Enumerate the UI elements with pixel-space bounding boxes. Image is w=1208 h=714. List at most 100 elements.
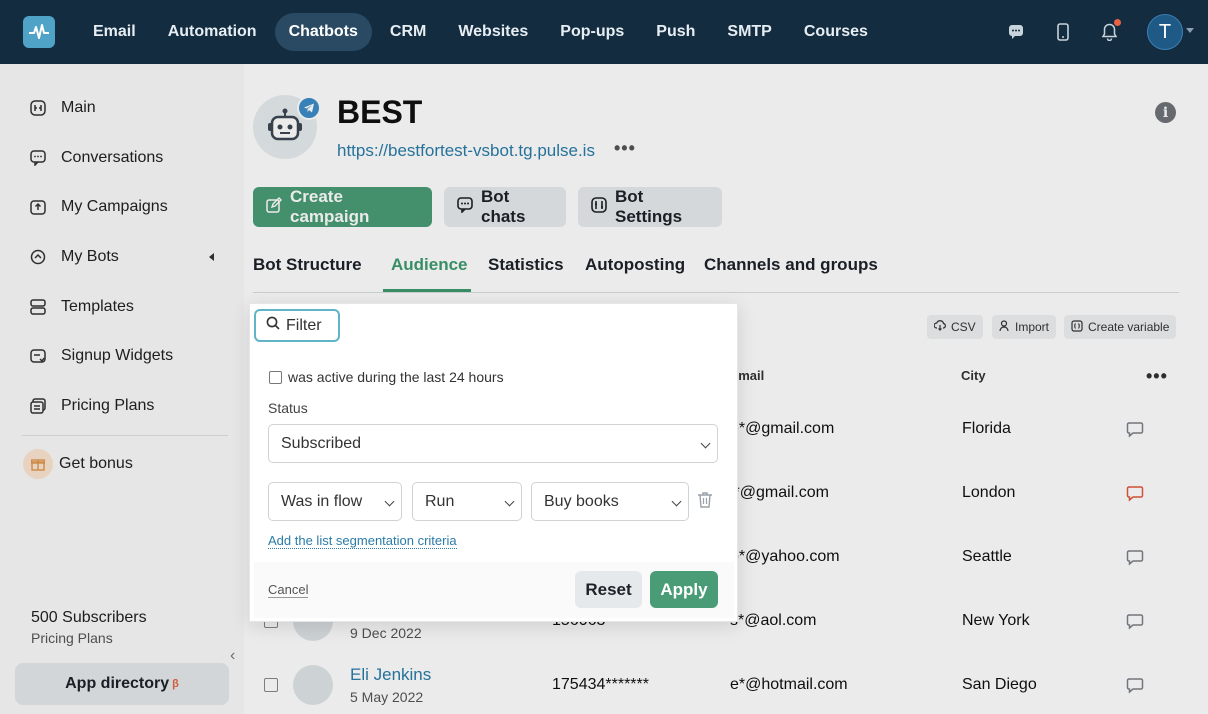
tab-channels-groups[interactable]: Channels and groups <box>704 255 878 275</box>
user-add-icon <box>999 319 1010 335</box>
support-chat-icon[interactable] <box>1006 22 1026 42</box>
tab-statistics[interactable]: Statistics <box>488 255 564 275</box>
condition-field-select[interactable]: Was in flow <box>268 482 402 521</box>
nav-websites[interactable]: Websites <box>444 13 542 51</box>
table-row[interactable]: Eli Jenkins 5 May 2022 175434******* e*@… <box>253 656 1170 714</box>
column-header-city[interactable]: City <box>961 368 986 383</box>
search-icon <box>266 316 280 335</box>
csv-label: CSV <box>951 320 976 334</box>
message-icon[interactable] <box>1126 548 1144 566</box>
subscriber-id: 175434******* <box>552 676 649 693</box>
message-icon[interactable] <box>1126 484 1144 502</box>
chevron-down-icon <box>504 496 515 507</box>
sidebar-item-campaigns[interactable]: My Campaigns <box>29 195 168 219</box>
create-campaign-label: Create campaign <box>290 187 370 226</box>
chat-icon <box>29 149 47 167</box>
csv-button[interactable]: CSV <box>927 315 983 339</box>
sidebar-item-label: Templates <box>61 298 134 315</box>
sidebar-item-my-bots[interactable]: My Bots <box>29 245 214 269</box>
subscriber-email: o*@yahoo.com <box>730 548 840 565</box>
active-last-24h-label[interactable]: was active during the last 24 hours <box>288 369 504 385</box>
create-variable-button[interactable]: Create variable <box>1064 315 1177 339</box>
app-logo-icon[interactable] <box>23 16 55 48</box>
bot-settings-button[interactable]: Bot Settings <box>578 187 722 227</box>
mobile-icon[interactable] <box>1053 22 1073 42</box>
condition-value-select[interactable]: Buy books <box>531 482 689 521</box>
bot-link[interactable]: https://bestfortest-vsbot.tg.pulse.is <box>337 141 595 161</box>
more-options-icon[interactable]: ••• <box>614 138 636 159</box>
nav-push[interactable]: Push <box>642 13 709 51</box>
nav-crm[interactable]: CRM <box>376 13 440 51</box>
subscriber-date: 5 May 2022 <box>350 689 424 705</box>
status-select[interactable]: Subscribed <box>268 424 718 463</box>
create-campaign-button[interactable]: Create campaign <box>253 187 432 227</box>
chevron-down-icon <box>671 496 682 507</box>
sidebar-item-label: Get bonus <box>59 455 133 472</box>
active-last-24h-checkbox[interactable] <box>269 371 282 384</box>
tab-bot-structure[interactable]: Bot Structure <box>253 255 362 275</box>
bot-icon <box>29 248 47 266</box>
tab-autoposting[interactable]: Autoposting <box>585 255 685 275</box>
main-nav: Email Automation Chatbots CRM Websites P… <box>79 13 882 51</box>
subscribers-count[interactable]: 500 Subscribers <box>31 609 147 627</box>
chevron-down-icon <box>384 496 395 507</box>
message-icon[interactable] <box>1126 612 1144 630</box>
import-button[interactable]: Import <box>992 315 1057 339</box>
trash-icon[interactable] <box>697 491 713 509</box>
sidebar-divider <box>22 435 228 436</box>
row-checkbox[interactable] <box>264 678 278 692</box>
reset-button[interactable]: Reset <box>575 571 642 608</box>
subscriber-city: New York <box>962 612 1030 629</box>
nav-popups[interactable]: Pop-ups <box>546 13 638 51</box>
condition-field-value: Was in flow <box>281 492 363 510</box>
sidebar-item-pricing-plans[interactable]: Pricing Plans <box>29 394 154 418</box>
message-icon[interactable] <box>1126 420 1144 438</box>
nav-automation[interactable]: Automation <box>154 13 271 51</box>
info-icon[interactable]: i <box>1155 102 1176 123</box>
sidebar-item-label: My Bots <box>61 248 119 265</box>
sidebar-item-label: Main <box>61 99 96 116</box>
telegram-icon <box>297 96 321 120</box>
bot-chats-button[interactable]: Bot chats <box>444 187 566 227</box>
status-label: Status <box>268 400 308 416</box>
app-directory-button[interactable]: App directory β <box>15 663 229 705</box>
chevron-down-icon[interactable] <box>1186 28 1194 33</box>
sidebar-item-main[interactable]: Main <box>29 96 96 120</box>
condition-operator-select[interactable]: Run <box>412 482 522 521</box>
subscriber-email: j*@gmail.com <box>730 484 829 501</box>
widget-icon <box>29 347 47 365</box>
sidebar-item-get-bonus[interactable]: Get bonus <box>23 449 133 479</box>
subscriber-name[interactable]: Eli Jenkins <box>350 665 431 685</box>
tab-audience[interactable]: Audience <box>391 255 468 275</box>
bot-title: BEST <box>337 94 423 130</box>
add-segmentation-criteria-link[interactable]: Add the list segmentation criteria <box>268 533 457 549</box>
message-icon[interactable] <box>1126 676 1144 694</box>
subscribers-plan-link[interactable]: Pricing Plans <box>31 630 113 646</box>
notification-dot <box>1114 19 1121 26</box>
apply-button[interactable]: Apply <box>650 571 718 608</box>
sidebar-item-conversations[interactable]: Conversations <box>29 146 163 170</box>
pricing-icon <box>29 397 47 415</box>
columns-menu-icon[interactable]: ••• <box>1146 366 1168 387</box>
user-avatar[interactable]: T <box>1147 14 1183 50</box>
caret-left-icon[interactable] <box>209 253 214 261</box>
condition-value-text: Buy books <box>544 492 619 510</box>
create-variable-label: Create variable <box>1088 320 1170 334</box>
sidebar-item-templates[interactable]: Templates <box>29 295 134 319</box>
active-tab-indicator <box>383 289 471 292</box>
nav-courses[interactable]: Courses <box>790 13 882 51</box>
filter-button[interactable]: Filter <box>254 309 340 342</box>
beta-badge: β <box>172 678 179 690</box>
edit-icon <box>266 196 282 218</box>
sidebar-item-label: Conversations <box>61 149 164 166</box>
collapse-sidebar-icon[interactable]: ‹ <box>230 647 235 665</box>
nav-email[interactable]: Email <box>79 13 150 51</box>
bell-icon[interactable] <box>1099 19 1121 42</box>
subscriber-date: 9 Dec 2022 <box>350 625 422 641</box>
sidebar-item-signup-widgets[interactable]: Signup Widgets <box>29 344 173 368</box>
cancel-button[interactable]: Cancel <box>268 582 309 598</box>
nav-smtp[interactable]: SMTP <box>713 13 785 51</box>
subscriber-email: s*@aol.com <box>730 612 817 629</box>
import-label: Import <box>1015 320 1050 334</box>
nav-chatbots[interactable]: Chatbots <box>274 13 372 51</box>
